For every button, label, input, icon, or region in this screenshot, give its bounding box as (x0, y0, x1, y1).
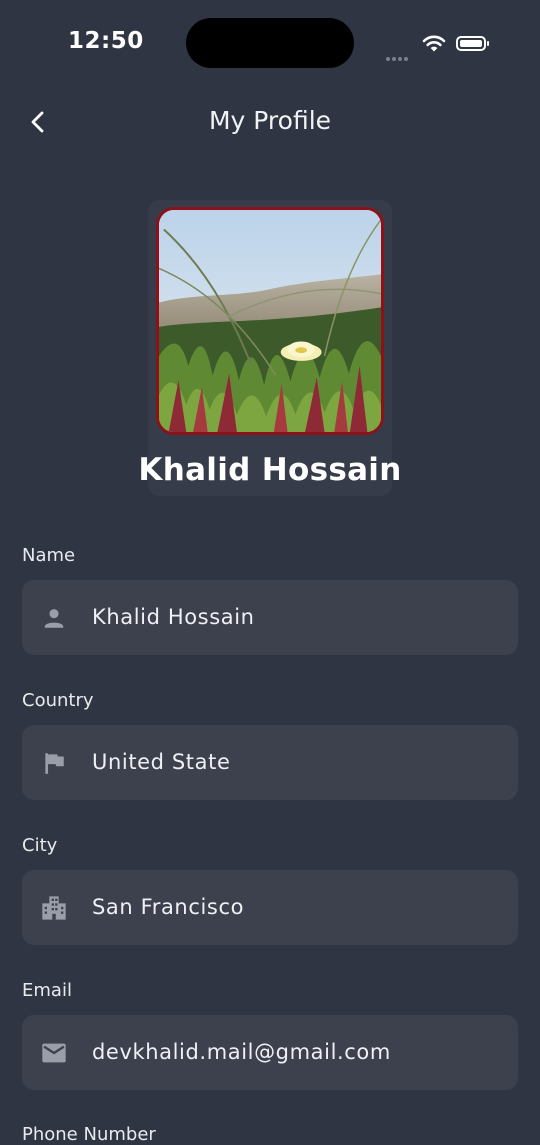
building-icon (40, 894, 68, 922)
name-field[interactable]: Khalid Hossain (22, 580, 518, 655)
avatar[interactable] (156, 207, 384, 435)
email-field[interactable]: devkhalid.mail@gmail.com (22, 1015, 518, 1090)
wifi-icon (422, 35, 446, 52)
phone-label: Phone Number (22, 1124, 156, 1145)
email-value: devkhalid.mail@gmail.com (92, 1040, 391, 1064)
country-field[interactable]: United State (22, 725, 518, 800)
city-label: City (22, 835, 58, 856)
mail-icon (40, 1039, 68, 1067)
status-bar: 12:50 (0, 0, 540, 90)
battery-icon (456, 36, 489, 51)
app-bar: My Profile (0, 92, 540, 152)
person-icon (40, 604, 68, 632)
name-label: Name (22, 545, 76, 566)
avatar-photo (159, 210, 381, 432)
page-title: My Profile (208, 106, 332, 135)
signal-icon (386, 46, 414, 61)
name-value: Khalid Hossain (92, 605, 255, 629)
city-field[interactable]: San Francisco (22, 870, 518, 945)
email-label: Email (22, 980, 72, 1001)
status-indicators (386, 33, 496, 61)
country-value: United State (92, 750, 231, 774)
city-value: San Francisco (92, 895, 245, 919)
profile-name: Khalid Hossain (138, 452, 402, 488)
flag-icon (40, 749, 68, 777)
status-time: 12:50 (68, 28, 144, 54)
country-label: Country (22, 690, 94, 711)
dynamic-island (186, 18, 354, 68)
